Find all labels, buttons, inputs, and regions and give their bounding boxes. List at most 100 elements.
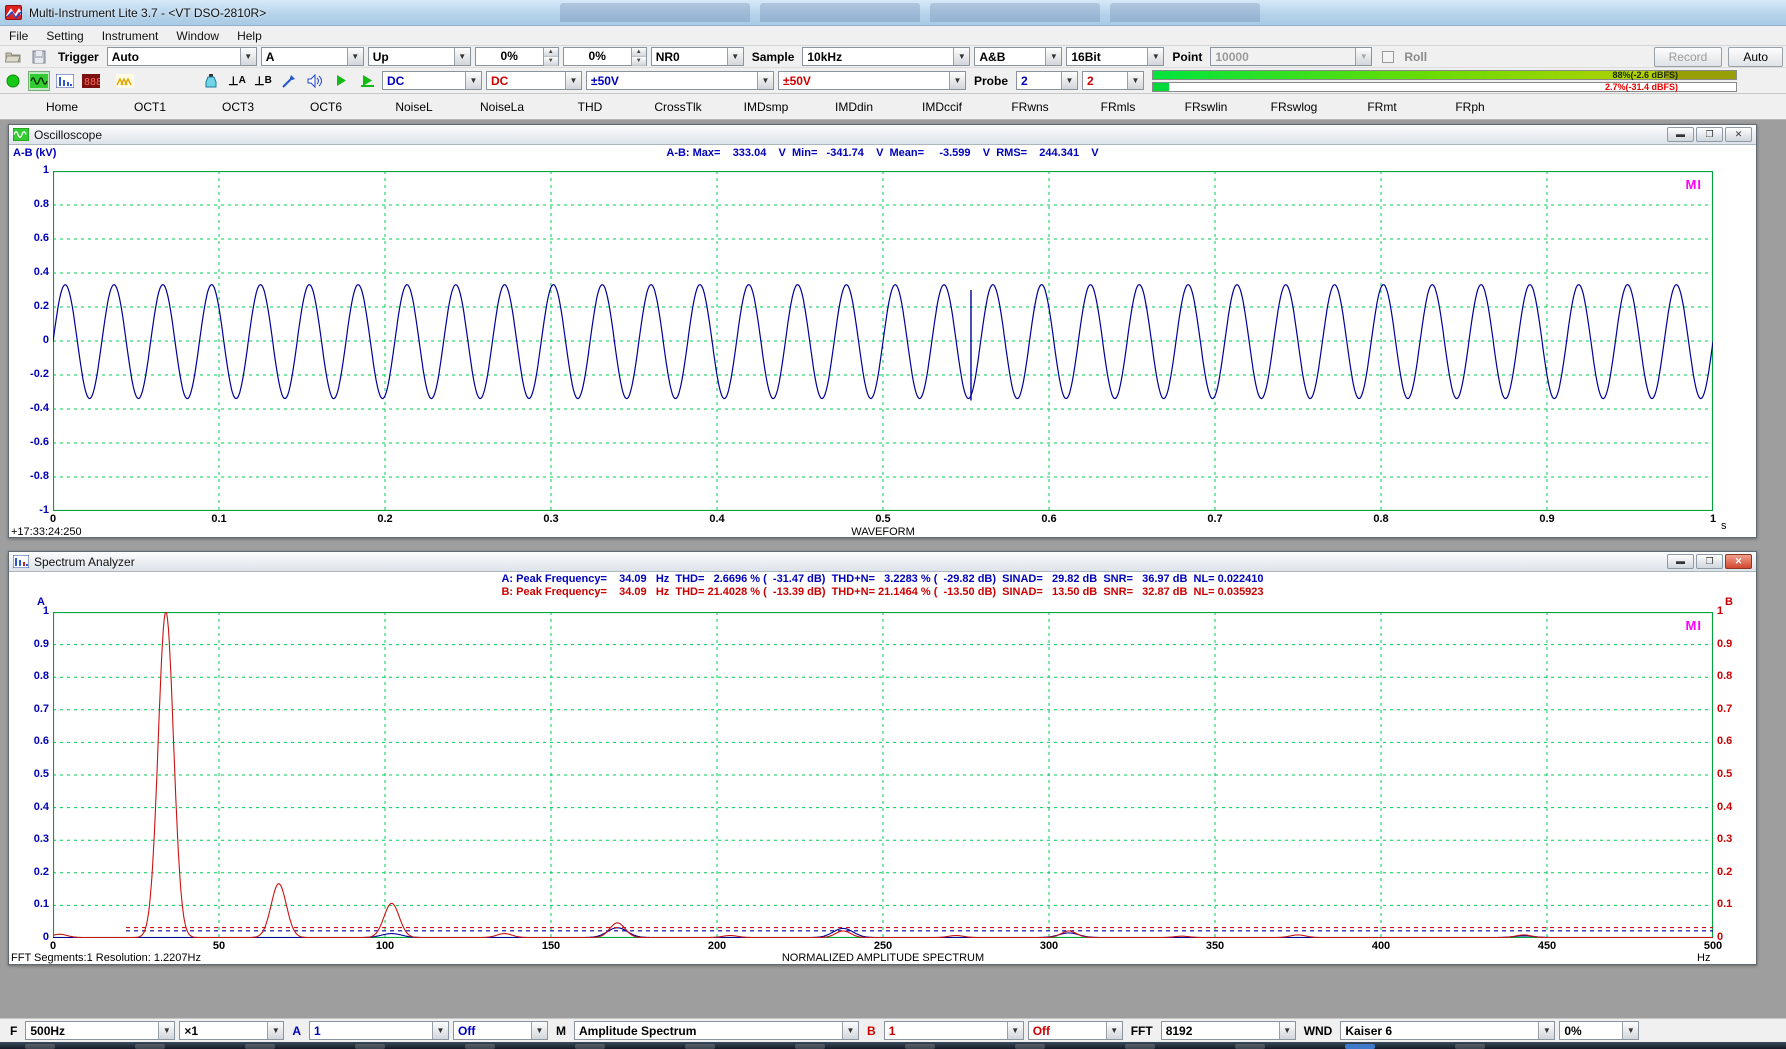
- noise-rejection-select[interactable]: NR0▼: [651, 47, 744, 66]
- trigger-level-a-icon[interactable]: ⊥A: [226, 71, 248, 91]
- panel-tab-frmt[interactable]: FRmt: [1338, 100, 1426, 114]
- minimize-icon[interactable]: ▬: [1667, 554, 1694, 569]
- panel-tab-home[interactable]: Home: [18, 100, 106, 114]
- panel-tab-oct1[interactable]: OCT1: [106, 100, 194, 114]
- trigger-level-stepper[interactable]: 0% ▲▼: [475, 47, 559, 66]
- minimize-icon[interactable]: ▬: [1667, 127, 1694, 142]
- taskbar-item[interactable]: [1015, 1044, 1045, 1049]
- trigger-mode-select[interactable]: Auto▼: [107, 47, 257, 66]
- panel-tab-imdsmp[interactable]: IMDsmp: [722, 100, 810, 114]
- trigger-edge-select[interactable]: Up▼: [368, 47, 471, 66]
- taskbar-item[interactable]: [905, 1044, 935, 1049]
- chevron-down-icon[interactable]: ▼: [1127, 72, 1143, 89]
- chevron-down-icon[interactable]: ▼: [454, 48, 470, 65]
- panel-tab-oct6[interactable]: OCT6: [282, 100, 370, 114]
- chevron-down-icon[interactable]: ▼: [949, 72, 965, 89]
- close-icon[interactable]: ✕: [1725, 127, 1752, 142]
- chevron-down-icon[interactable]: ▼: [240, 48, 256, 65]
- chevron-down-icon[interactable]: ▼: [465, 72, 481, 89]
- view-mode-select[interactable]: Amplitude Spectrum▼: [574, 1021, 859, 1040]
- coupling-a-select[interactable]: DC▼: [382, 71, 482, 90]
- panel-tab-imddin[interactable]: IMDdin: [810, 100, 898, 114]
- menu-item-setting[interactable]: Setting: [37, 27, 92, 45]
- spectrum-3d-plot-icon[interactable]: [114, 71, 136, 91]
- chevron-down-icon[interactable]: ▼: [1622, 1022, 1638, 1039]
- spectrum-plot[interactable]: [53, 612, 1713, 938]
- menu-item-file[interactable]: File: [0, 27, 37, 45]
- chevron-down-icon[interactable]: ▼: [347, 48, 363, 65]
- spin-up-icon[interactable]: ▲: [632, 48, 646, 57]
- spectrum-titlebar[interactable]: Spectrum Analyzer ▬ ❐ ✕: [9, 552, 1756, 572]
- taskbar-item[interactable]: [245, 1044, 275, 1049]
- range-a-select[interactable]: ±50V▼: [586, 71, 774, 90]
- panel-tab-noisel[interactable]: NoiseL: [370, 100, 458, 114]
- restore-icon[interactable]: ❐: [1696, 127, 1723, 142]
- menu-item-window[interactable]: Window: [167, 27, 228, 45]
- spectrum-analyzer-icon[interactable]: [54, 71, 76, 91]
- probe-a-select[interactable]: 2▼: [1016, 71, 1078, 90]
- overlap-select[interactable]: 0%▼: [1559, 1021, 1639, 1040]
- chevron-down-icon[interactable]: ▼: [1106, 1022, 1122, 1039]
- chevron-down-icon[interactable]: ▼: [1007, 1022, 1023, 1039]
- panel-tab-frmls[interactable]: FRmls: [1074, 100, 1162, 114]
- panel-tab-thd[interactable]: THD: [546, 100, 634, 114]
- a-mode-select[interactable]: Off▼: [453, 1021, 548, 1040]
- close-icon[interactable]: ✕: [1725, 554, 1752, 569]
- chevron-down-icon[interactable]: ▼: [1147, 48, 1163, 65]
- restore-icon[interactable]: ❐: [1696, 554, 1723, 569]
- sound-output-icon[interactable]: [304, 71, 326, 91]
- chevron-down-icon[interactable]: ▼: [158, 1022, 174, 1039]
- panel-tab-noisela[interactable]: NoiseLa: [458, 100, 546, 114]
- taskbar-item[interactable]: [575, 1044, 605, 1049]
- chevron-down-icon[interactable]: ▼: [1538, 1022, 1554, 1039]
- chevron-down-icon[interactable]: ▼: [432, 1022, 448, 1039]
- menu-item-help[interactable]: Help: [228, 27, 271, 45]
- auto-button[interactable]: Auto: [1728, 47, 1783, 67]
- panel-tab-crosstlk[interactable]: CrossTlk: [634, 100, 722, 114]
- chevron-down-icon[interactable]: ▼: [1279, 1022, 1295, 1039]
- taskbar-item[interactable]: [25, 1044, 55, 1049]
- run-continuous-icon[interactable]: [356, 71, 378, 91]
- chevron-down-icon[interactable]: ▼: [531, 1022, 547, 1039]
- panel-tab-frph[interactable]: FRph: [1426, 100, 1514, 114]
- panel-tab-frswlog[interactable]: FRswlog: [1250, 100, 1338, 114]
- signal-generator-icon[interactable]: [200, 71, 222, 91]
- spin-down-icon[interactable]: ▼: [544, 57, 558, 66]
- windows-taskbar[interactable]: [0, 1042, 1786, 1049]
- chevron-down-icon[interactable]: ▼: [727, 48, 743, 65]
- taskbar-item[interactable]: [1235, 1044, 1265, 1049]
- a-value-select[interactable]: 1▼: [309, 1021, 449, 1040]
- trigger-source-select[interactable]: A▼: [261, 47, 364, 66]
- spin-up-icon[interactable]: ▲: [544, 48, 558, 57]
- open-file-icon[interactable]: [2, 47, 24, 67]
- save-icon[interactable]: [28, 47, 50, 67]
- fft-size-select[interactable]: 8192▼: [1161, 1021, 1296, 1040]
- multimeter-icon[interactable]: 888: [80, 71, 102, 91]
- trigger-level-b-icon[interactable]: ⊥B: [252, 71, 274, 91]
- bit-depth-select[interactable]: 16Bit▼: [1066, 47, 1164, 66]
- oscilloscope-icon[interactable]: [28, 71, 50, 91]
- b-mode-select[interactable]: Off▼: [1028, 1021, 1123, 1040]
- taskbar-item[interactable]: [1345, 1044, 1375, 1049]
- chevron-down-icon[interactable]: ▼: [1045, 48, 1061, 65]
- chevron-down-icon[interactable]: ▼: [267, 1022, 283, 1039]
- taskbar-item[interactable]: [1125, 1044, 1155, 1049]
- panel-tab-frswlin[interactable]: FRswlin: [1162, 100, 1250, 114]
- chevron-down-icon[interactable]: ▼: [565, 72, 581, 89]
- taskbar-item[interactable]: [465, 1044, 495, 1049]
- taskbar-item[interactable]: [135, 1044, 165, 1049]
- chevron-down-icon[interactable]: ▼: [1061, 72, 1077, 89]
- oscilloscope-titlebar[interactable]: Oscilloscope ▬ ❐ ✕: [9, 125, 1756, 145]
- panel-tab-frwns[interactable]: FRwns: [986, 100, 1074, 114]
- taskbar-item[interactable]: [795, 1044, 825, 1049]
- coupling-b-select[interactable]: DC▼: [486, 71, 582, 90]
- b-value-select[interactable]: 1▼: [884, 1021, 1024, 1040]
- probe-calibration-icon[interactable]: [278, 71, 300, 91]
- multiplier-select[interactable]: ×1▼: [179, 1021, 284, 1040]
- sample-rate-select[interactable]: 10kHz▼: [802, 47, 970, 66]
- trigger-delay-stepper[interactable]: 0% ▲▼: [563, 47, 647, 66]
- panel-tab-imdccif[interactable]: IMDccif: [898, 100, 986, 114]
- chevron-down-icon[interactable]: ▼: [842, 1022, 858, 1039]
- channels-select[interactable]: A&B▼: [974, 47, 1062, 66]
- taskbar-item[interactable]: [355, 1044, 385, 1049]
